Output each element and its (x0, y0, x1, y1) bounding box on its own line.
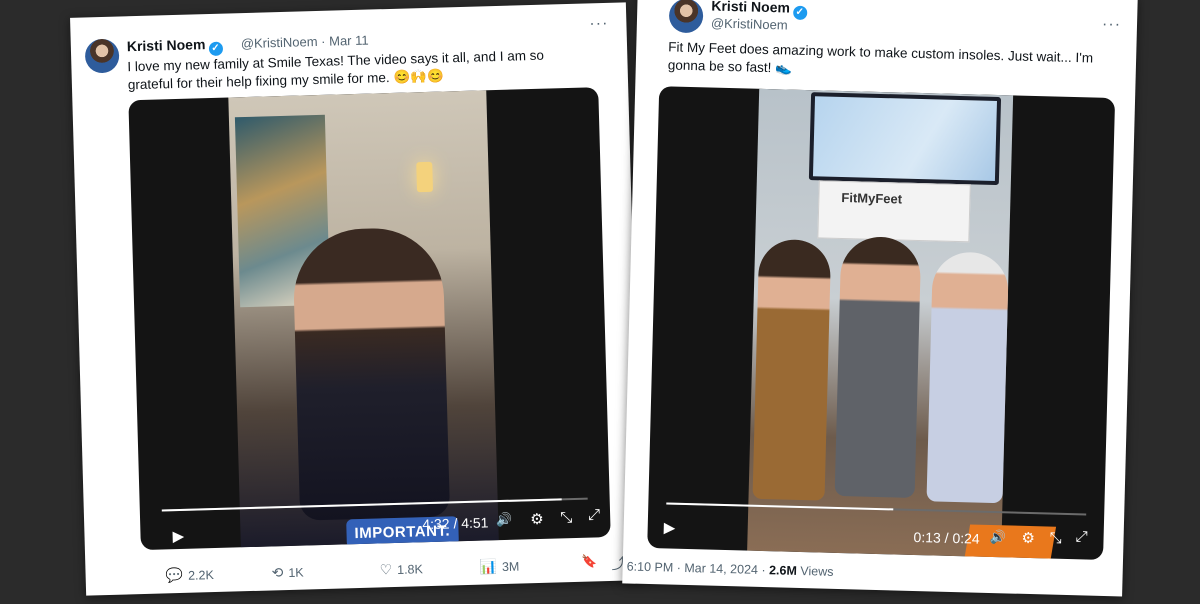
video-frame (228, 90, 499, 548)
video-frame: FitMyFeet (747, 88, 1057, 560)
speaker-figure (292, 226, 451, 521)
views-action[interactable]: 📊 3M (479, 558, 519, 576)
repost-count: 1K (288, 565, 304, 580)
tv-screen (812, 96, 997, 181)
author-name[interactable]: Kristi Noem ✓ (127, 36, 223, 59)
view-count: 2.6M (768, 563, 798, 578)
video-player[interactable]: IMPORTANT. ▶ 4:32 / 4:51 🔊 ⚙ ⤡ ⤢ (128, 87, 611, 551)
like-count: 1.8K (396, 562, 424, 577)
minimize-icon[interactable]: ⤡ (1049, 530, 1061, 547)
verified-badge-icon: ✓ (208, 41, 223, 57)
tweet-card-1: Kristi Noem ✓ @KristiNoem · Mar 11 ··· I … (70, 2, 642, 596)
fullscreen-icon[interactable]: ⤢ (588, 506, 600, 523)
bookmark-icon[interactable]: 🔖 (581, 554, 597, 569)
like-icon: ♡ (379, 561, 393, 578)
tweet-text: Fit My Feet does amazing work to make cu… (668, 38, 1119, 86)
person-3 (926, 251, 1010, 504)
play-icon[interactable]: ▶ (663, 518, 675, 536)
minimize-icon[interactable]: ⤡ (560, 509, 572, 526)
post-timestamp[interactable]: 6:10 PM · Mar 14, 2024 · (626, 559, 765, 577)
verified-badge-icon: ✓ (792, 5, 807, 20)
author-handle[interactable]: @KristiNoem (711, 15, 788, 32)
store-sign: FitMyFeet (817, 180, 971, 243)
store-sign-text: FitMyFeet (841, 189, 903, 207)
video-time: 0:13 / 0:24 (913, 528, 980, 547)
reply-action[interactable]: 💬 2.2K (165, 566, 214, 584)
like-action[interactable]: ♡ 1.8K (379, 560, 423, 578)
volume-icon[interactable]: 🔊 (496, 512, 513, 528)
tweet-card-2: Kristi Noem ✓ @KristiNoem ··· Fit My Feet… (622, 0, 1138, 597)
avatar[interactable] (668, 0, 704, 34)
view-count: 3M (501, 559, 520, 575)
avatar[interactable] (84, 38, 120, 74)
more-options-icon[interactable]: ··· (589, 15, 608, 34)
reply-count: 2.2K (187, 568, 215, 583)
post-date[interactable]: Mar 11 (329, 33, 369, 49)
author-handle: @KristiNoem (240, 33, 318, 52)
post-meta: 6:10 PM · Mar 14, 2024 · 2.6M Views (626, 559, 833, 578)
person-2 (834, 235, 922, 498)
repost-icon: ⟲ (271, 564, 284, 581)
author-name-text: Kristi Noem (126, 36, 206, 55)
fullscreen-icon[interactable]: ⤢ (1075, 528, 1087, 545)
volume-icon[interactable]: 🔊 (989, 529, 1006, 545)
video-time: 4:32 / 4:51 (422, 514, 489, 533)
repost-action[interactable]: ⟲ 1K (271, 564, 303, 582)
reply-icon: 💬 (165, 566, 184, 584)
wall-tv (808, 92, 1002, 186)
views-label: Views (800, 564, 834, 579)
author-name-text: Kristi Noem (711, 0, 791, 16)
settings-icon[interactable]: ⚙ (530, 510, 544, 528)
play-icon[interactable]: ▶ (172, 527, 184, 545)
author-handle-date[interactable]: @KristiNoem · Mar 11 (241, 33, 369, 52)
video-player[interactable]: FitMyFeet ▶ 0:13 / 0:24 🔊 ⚙ ⤡ ⤢ (647, 86, 1116, 560)
more-options-icon[interactable]: ··· (1102, 16, 1121, 34)
person-1 (752, 238, 832, 501)
stats-icon: 📊 (479, 558, 498, 575)
wall-lamp (416, 161, 434, 193)
settings-icon[interactable]: ⚙ (1021, 529, 1035, 547)
